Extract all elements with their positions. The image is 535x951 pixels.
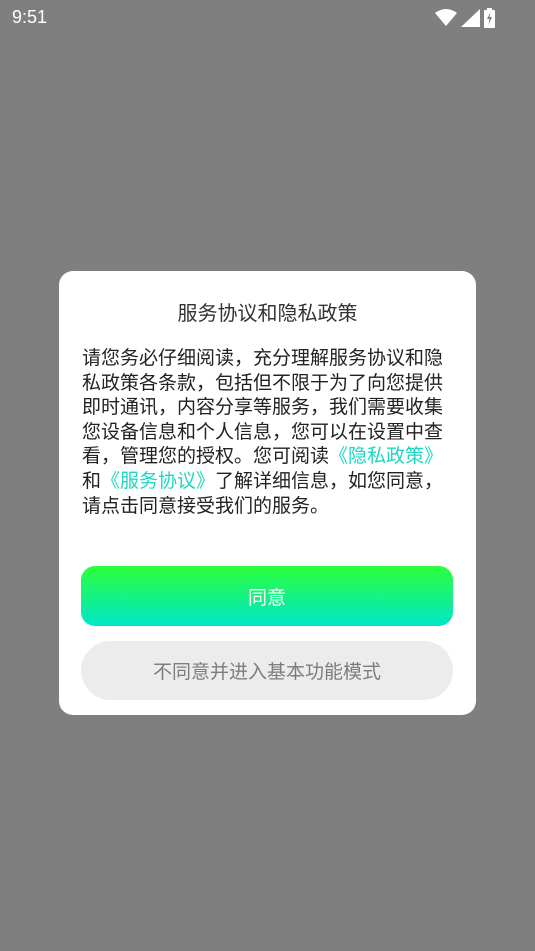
disagree-basic-mode-button[interactable]: 不同意并进入基本功能模式 bbox=[81, 641, 453, 700]
agree-button[interactable]: 同意 bbox=[81, 566, 453, 626]
dialog-body: 请您务必仔细阅读，充分理解服务协议和隐私政策各条款，包括但不限于为了向您提供即时… bbox=[82, 346, 454, 518]
wifi-icon bbox=[435, 9, 457, 26]
status-time: 9:51 bbox=[12, 7, 48, 27]
status-bar: 9:51 bbox=[0, 0, 535, 36]
cellular-signal-icon bbox=[461, 9, 480, 27]
body-text-and: 和 bbox=[82, 469, 102, 492]
dialog-title: 服务协议和隐私政策 bbox=[177, 301, 358, 325]
privacy-policy-link[interactable]: 《隐私政策》 bbox=[329, 445, 443, 467]
status-icons bbox=[435, 8, 495, 28]
service-agreement-link[interactable]: 《服务协议》 bbox=[101, 470, 215, 492]
battery-charging-icon bbox=[484, 8, 495, 28]
privacy-consent-dialog: 服务协议和隐私政策 请您务必仔细阅读，充分理解服务协议和隐私政策各条款，包括但不… bbox=[59, 271, 476, 715]
